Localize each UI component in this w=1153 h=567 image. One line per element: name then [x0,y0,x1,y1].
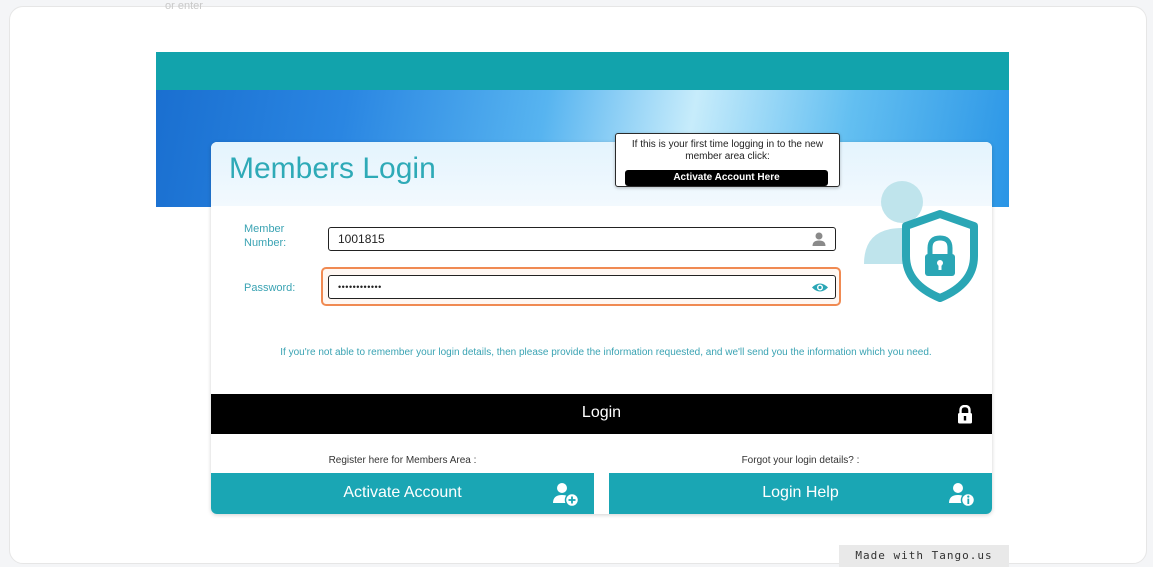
add-user-icon [553,483,580,508]
tango-watermark: Made with Tango.us [839,545,1009,567]
activate-account-here-link[interactable]: Activate Account Here [625,170,828,186]
password-label: Password: [244,282,296,294]
header-teal-bar [156,52,1009,90]
user-info-icon [949,483,976,508]
first-time-notice-text: If this is your first time logging in to… [631,139,824,162]
login-button-label: Login [581,404,622,421]
lock-icon [958,405,972,424]
activate-account-button-label: Activate Account [343,484,462,501]
eye-icon[interactable] [811,281,829,294]
activate-account-button[interactable]: Activate Account [211,473,594,514]
forgot-caption: Forgot your login details? : [741,455,860,466]
cropped-top-text: or enter [165,0,203,12]
member-number-field[interactable] [328,227,836,251]
password-input[interactable] [338,279,798,295]
first-time-notice: If this is your first time logging in to… [615,133,840,187]
member-number-input[interactable] [338,231,798,247]
password-field[interactable] [328,275,836,299]
forgot-details-help-text: If you're not able to remember your logi… [280,347,932,358]
login-help-button[interactable]: Login Help [609,473,992,514]
person-icon [812,232,826,246]
login-button[interactable]: Login [211,394,992,434]
login-help-button-label: Login Help [762,484,839,501]
user-shield-illustration [864,181,978,302]
register-caption: Register here for Members Area : [328,455,477,466]
member-number-label: Member Number: [244,223,287,249]
page-title: Members Login [229,152,436,185]
